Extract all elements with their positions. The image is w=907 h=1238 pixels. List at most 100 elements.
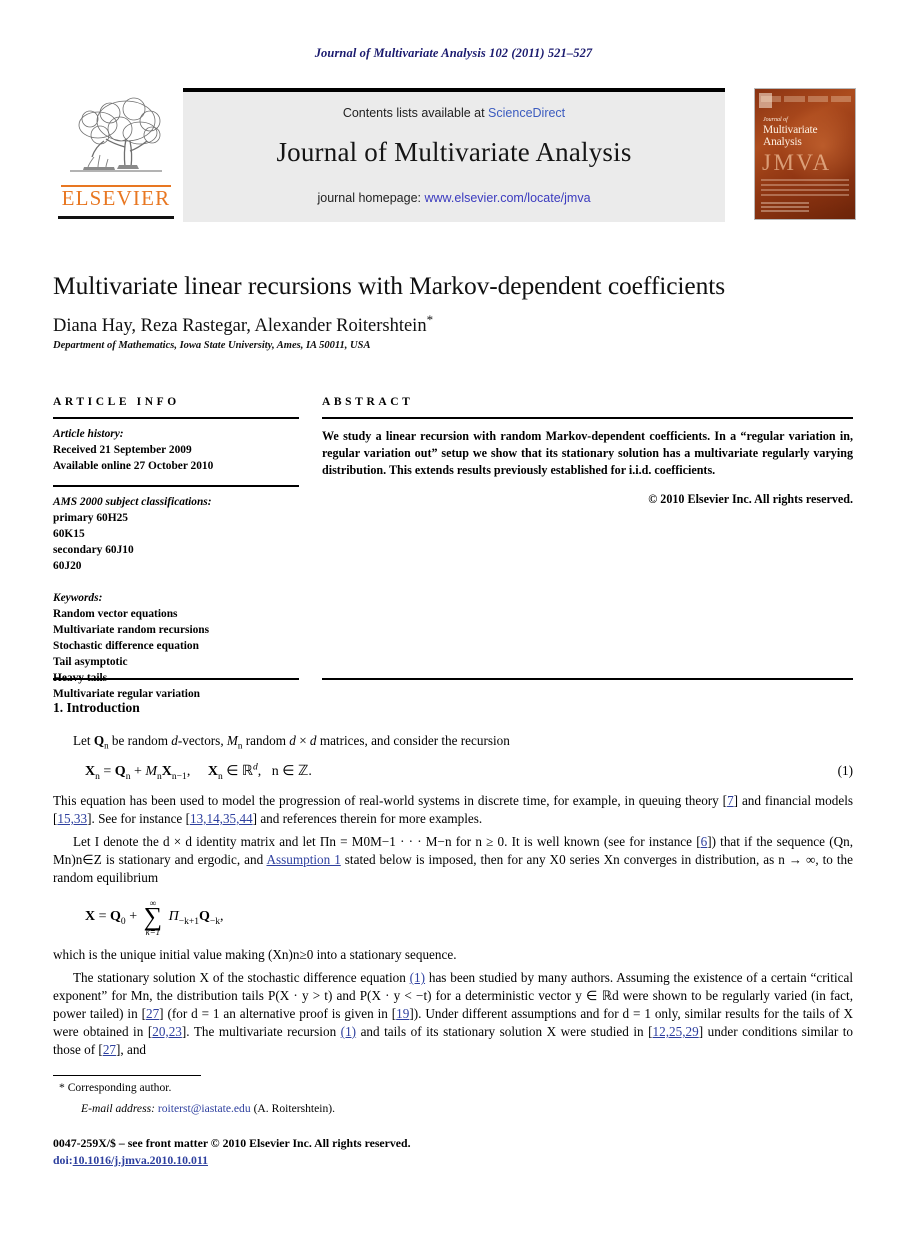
citation-link[interactable]: 27 (103, 1042, 116, 1057)
equation-link[interactable]: (1) (410, 970, 425, 985)
email-link[interactable]: roiterst@iastate.edu (158, 1102, 251, 1115)
paper-page: Journal of Multivariate Analysis 102 (20… (0, 0, 907, 1238)
body-paragraph: Let I denote the d × d identity matrix a… (53, 833, 853, 887)
info-rule-mid (53, 485, 299, 487)
abstract-column: ABSTRACT We study a linear recursion wit… (322, 396, 853, 507)
copyright-line: © 2010 Elsevier Inc. All rights reserved… (648, 492, 853, 507)
page-footer: * Corresponding author. E-mail address: … (53, 1075, 853, 1169)
equation-1: Xn = Qn + MnXn−1, Xn ∈ ℝd, n ∈ ℤ. (1) (53, 763, 853, 782)
journal-title: Journal of Multivariate Analysis (276, 137, 632, 167)
para2-c: ]. See for instance [ (87, 811, 190, 827)
email-note: E-mail address: roiterst@iastate.edu (A.… (53, 1101, 853, 1118)
elsevier-tree-icon (70, 97, 162, 172)
author-list: Diana Hay, Reza Rastegar, Alexander Roit… (53, 312, 853, 337)
citation-link[interactable]: 27 (146, 1006, 159, 1021)
contents-available-line: Contents lists available at ScienceDirec… (183, 106, 725, 120)
abstract-rule-bottom (322, 678, 853, 680)
keyword-item: Tail asymptotic (53, 655, 128, 668)
keywords-header: Keywords: (53, 591, 103, 604)
keywords-block: Keywords: Random vector equations Multiv… (53, 591, 299, 703)
corresponding-author-marker: * (426, 312, 434, 327)
author-names: Diana Hay, Reza Rastegar, Alexander Roit… (53, 316, 427, 337)
para5-e: ]. The multivariate recursion (181, 1023, 341, 1039)
doi-link[interactable]: 10.1016/j.jmva.2010.10.011 (73, 1153, 208, 1167)
abstract-label: ABSTRACT (322, 396, 414, 408)
info-rule-bottom (53, 678, 299, 680)
keyword-item: Multivariate random recursions (53, 623, 210, 636)
summation-operator: ∞ ∑ k=1 (143, 898, 163, 938)
para5-f: and tails of its stationary solution X w… (356, 1023, 653, 1039)
cover-acronym: JMVA (762, 150, 832, 175)
equation-link[interactable]: (1) (341, 1024, 356, 1039)
body-paragraph: Let Qn be random d-vectors, Mn random d … (73, 733, 510, 751)
body-paragraph: This equation has been used to model the… (53, 792, 853, 828)
article-body: 1. Introduction Let Qn be random d-vecto… (53, 700, 853, 1064)
journal-homepage-line: journal homepage: www.elsevier.com/locat… (183, 191, 725, 205)
affiliation: Department of Mathematics, Iowa State Un… (53, 340, 371, 351)
info-rule-top (53, 417, 299, 420)
journal-homepage-link[interactable]: www.elsevier.com/locate/jmva (425, 191, 591, 205)
doi-line: doi:10.1016/j.jmva.2010.10.011 (53, 1152, 853, 1169)
journal-cover-thumbnail: Journal of Multivariate Analysis JMVA (754, 88, 856, 220)
article-history: Article history: Received 21 September 2… (53, 427, 299, 475)
equation-equilibrium: X = Q0 + ∞ ∑ k=1 Π−k+1Q−k, (53, 898, 853, 938)
corresponding-text: Corresponding author. (67, 1081, 172, 1095)
history-item: Received 21 September 2009 (53, 444, 192, 457)
body-paragraph: which is the unique initial value making… (53, 947, 457, 963)
page-title: Multivariate linear recursions with Mark… (53, 271, 726, 300)
citation-link[interactable]: 19 (396, 1006, 409, 1021)
cover-title-small: Journal of (763, 117, 788, 123)
email-label: E-mail address: (81, 1102, 155, 1116)
para5-a: The stationary solution X of the stochas… (73, 970, 410, 986)
doi-label: doi: (53, 1153, 73, 1168)
article-history-header: Article history: (53, 428, 124, 441)
para5-c: ] (for d = 1 an alternative proof is giv… (159, 1006, 397, 1021)
para2-d: ] and references therein for more exampl… (252, 811, 483, 827)
ams-item: primary 60H25 (53, 511, 128, 524)
para2-a: This equation has been used to model the… (53, 793, 728, 809)
front-matter-line: 0047-259X/$ – see front matter © 2010 El… (53, 1135, 853, 1169)
journal-header-box: Contents lists available at ScienceDirec… (183, 88, 725, 222)
ams-classifications: AMS 2000 subject classifications: primar… (53, 495, 299, 575)
assumption-link[interactable]: Assumption 1 (266, 852, 340, 867)
homepage-prefix: journal homepage: (317, 191, 425, 205)
elsevier-wordmark: ELSEVIER (61, 185, 171, 210)
corresponding-marker: * (59, 1081, 65, 1095)
cover-texture-lines (761, 179, 849, 201)
ams-header: AMS 2000 subject classifications: (53, 495, 212, 508)
body-paragraph: The stationary solution X of the stochas… (53, 969, 853, 1059)
keyword-item: Random vector equations (53, 607, 178, 620)
citation-link[interactable]: 13,14,35,44 (190, 811, 253, 826)
email-owner: (A. Roitershtein). (253, 1102, 336, 1116)
cover-top-bar (761, 94, 851, 103)
abstract-text: We study a linear recursion with random … (322, 429, 853, 478)
journal-masthead: ELSEVIER Contents lists available at Sci… (52, 88, 856, 222)
cover-art: Journal of Multivariate Analysis JMVA (755, 89, 855, 219)
keyword-item: Stochastic difference equation (53, 639, 199, 652)
article-info-label: ARTICLE INFO (53, 396, 180, 408)
abstract-rule-top (322, 417, 853, 420)
corresponding-author-note: * Corresponding author. (53, 1080, 853, 1097)
para5-h: ], and (116, 1041, 147, 1057)
cover-footer-lines (761, 202, 809, 214)
contents-prefix: Contents lists available at (342, 106, 489, 120)
history-item: Available online 27 October 2010 (53, 460, 214, 473)
ams-item: secondary 60J10 (53, 543, 134, 556)
section-heading-introduction: 1. Introduction (53, 700, 140, 715)
footnote-rule (53, 1075, 201, 1077)
cover-title: Journal of Multivariate Analysis (763, 117, 849, 148)
citation-link[interactable]: 15,33 (57, 811, 87, 826)
article-info-column: ARTICLE INFO Article history: Received 2… (53, 396, 299, 703)
citation-link[interactable]: 12,25,29 (653, 1024, 699, 1039)
ams-item: 60J20 (53, 559, 82, 572)
equation-equilibrium-content: X = Q0 + ∞ ∑ k=1 Π−k+1Q−k, (85, 898, 224, 938)
sciencedirect-link[interactable]: ScienceDirect (488, 106, 565, 120)
cover-title-line1: Multivariate (763, 124, 818, 137)
running-head: Journal of Multivariate Analysis 102 (20… (314, 46, 593, 60)
elsevier-underbar (58, 215, 174, 219)
elsevier-logo: ELSEVIER (52, 95, 180, 223)
citation-link[interactable]: 20,23 (152, 1024, 182, 1039)
para3-a: Let I denote the d × d identity matrix a… (73, 834, 701, 850)
equation-1-number: (1) (837, 762, 853, 778)
citation-link[interactable]: 7 (727, 793, 734, 808)
